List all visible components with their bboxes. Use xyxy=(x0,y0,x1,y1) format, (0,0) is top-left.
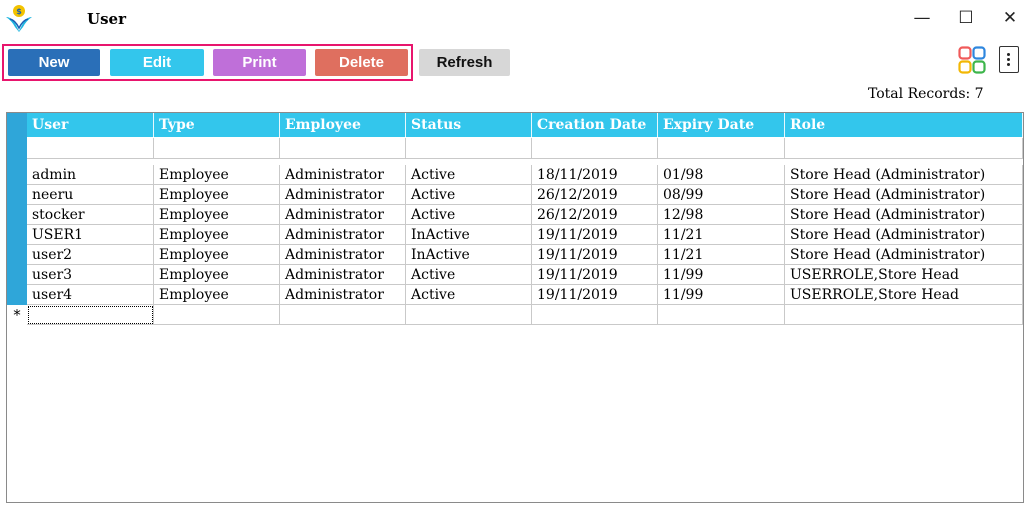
table-cell[interactable]: Administrator xyxy=(280,185,406,205)
table-cell[interactable]: Active xyxy=(406,165,532,185)
table-cell[interactable]: Employee xyxy=(154,205,280,225)
delete-button[interactable]: Delete xyxy=(315,49,408,76)
table-cell[interactable]: Administrator xyxy=(280,265,406,285)
filter-cell[interactable] xyxy=(406,138,532,159)
focused-cell-outline xyxy=(28,306,153,324)
column-header-expiry-date[interactable]: Expiry Date xyxy=(658,113,785,137)
table-cell[interactable]: Store Head (Administrator) xyxy=(785,205,1023,225)
table-cell[interactable]: USER1 xyxy=(27,225,154,245)
table-cell[interactable]: 11/21 xyxy=(658,225,785,245)
table-cell[interactable]: Administrator xyxy=(280,225,406,245)
table-cell[interactable]: neeru xyxy=(27,185,154,205)
column-header-creation-date[interactable]: Creation Date xyxy=(532,113,658,137)
table-cell[interactable]: 01/98 xyxy=(658,165,785,185)
title-bar: $ User — ☐ ✕ xyxy=(0,0,1033,38)
table-cell[interactable]: Store Head (Administrator) xyxy=(785,185,1023,205)
table-cell[interactable]: Employee xyxy=(154,165,280,185)
column-header-type[interactable]: Type xyxy=(154,113,280,137)
table-cell[interactable]: user3 xyxy=(27,265,154,285)
column-header-role[interactable]: Role xyxy=(785,113,1023,137)
column-header-status[interactable]: Status xyxy=(406,113,532,137)
table-cell[interactable]: 08/99 xyxy=(658,185,785,205)
table-cell[interactable]: user4 xyxy=(27,285,154,305)
table-cell[interactable]: Active xyxy=(406,285,532,305)
table-cell[interactable]: 11/99 xyxy=(658,265,785,285)
table-cell[interactable]: Administrator xyxy=(280,285,406,305)
table-cell[interactable]: 19/11/2019 xyxy=(532,245,658,265)
filter-cell[interactable] xyxy=(532,138,658,159)
table-cell[interactable]: Active xyxy=(406,265,532,285)
table-cell[interactable]: stocker xyxy=(27,205,154,225)
table-cell[interactable]: 11/99 xyxy=(658,285,785,305)
table-cell[interactable]: Employee xyxy=(154,185,280,205)
table-cell[interactable]: 26/12/2019 xyxy=(532,205,658,225)
table-cell[interactable]: Store Head (Administrator) xyxy=(785,165,1023,185)
table-cell[interactable]: Employee xyxy=(154,245,280,265)
table-cell[interactable]: Active xyxy=(406,185,532,205)
filter-cell[interactable] xyxy=(154,138,280,159)
new-row-marker: * xyxy=(7,305,27,325)
grid-view-icon[interactable] xyxy=(958,46,986,74)
new-button[interactable]: New xyxy=(8,49,100,76)
table-cell[interactable]: admin xyxy=(27,165,154,185)
new-row-cell[interactable] xyxy=(532,305,658,325)
table-cell[interactable]: InActive xyxy=(406,225,532,245)
table-cell[interactable]: 19/11/2019 xyxy=(532,285,658,305)
table-cell[interactable]: USERROLE,Store Head xyxy=(785,265,1023,285)
table-cell[interactable]: Store Head (Administrator) xyxy=(785,245,1023,265)
table-cell[interactable]: 19/11/2019 xyxy=(532,265,658,285)
filter-cell[interactable] xyxy=(785,138,1023,159)
table-cell[interactable]: Employee xyxy=(154,225,280,245)
column-header-employee[interactable]: Employee xyxy=(280,113,406,137)
table-cell[interactable]: 12/98 xyxy=(658,205,785,225)
column-header-user[interactable]: User xyxy=(27,113,154,137)
filter-cell[interactable] xyxy=(27,138,154,159)
table-cell[interactable]: 18/11/2019 xyxy=(532,165,658,185)
close-button[interactable]: ✕ xyxy=(995,6,1025,30)
table-cell[interactable]: user2 xyxy=(27,245,154,265)
table-cell[interactable]: USERROLE,Store Head xyxy=(785,285,1023,305)
table-cell[interactable]: Active xyxy=(406,205,532,225)
table-cell[interactable]: 26/12/2019 xyxy=(532,185,658,205)
table-cell[interactable]: Administrator xyxy=(280,165,406,185)
svg-text:$: $ xyxy=(16,7,22,16)
table-cell[interactable]: Employee xyxy=(154,265,280,285)
filter-cell[interactable] xyxy=(280,138,406,159)
edit-button[interactable]: Edit xyxy=(110,49,204,76)
new-row-cell[interactable] xyxy=(406,305,532,325)
app-logo-icon: $ xyxy=(6,5,32,32)
maximize-button[interactable]: ☐ xyxy=(951,6,981,30)
table-cell[interactable]: 19/11/2019 xyxy=(532,225,658,245)
more-vertical-icon[interactable] xyxy=(999,46,1019,73)
print-button[interactable]: Print xyxy=(213,49,306,76)
new-row-cell[interactable] xyxy=(280,305,406,325)
table-cell[interactable]: InActive xyxy=(406,245,532,265)
window-title: User xyxy=(87,10,126,28)
minimize-button[interactable]: — xyxy=(907,6,937,30)
new-row-cell[interactable] xyxy=(154,305,280,325)
table-cell[interactable]: Administrator xyxy=(280,245,406,265)
total-records: Total Records: 7 xyxy=(868,86,984,102)
users-table: User Type Employee Status Creation Date Expir… xyxy=(6,112,1024,503)
new-row-cell[interactable] xyxy=(658,305,785,325)
new-row-cell[interactable] xyxy=(785,305,1023,325)
table-cell[interactable]: Employee xyxy=(154,285,280,305)
table-cell[interactable]: 11/21 xyxy=(658,245,785,265)
table-cell[interactable]: Administrator xyxy=(280,205,406,225)
table-cell[interactable]: Store Head (Administrator) xyxy=(785,225,1023,245)
row-header-column xyxy=(7,113,27,325)
refresh-button[interactable]: Refresh xyxy=(419,49,510,76)
filter-cell[interactable] xyxy=(658,138,785,159)
